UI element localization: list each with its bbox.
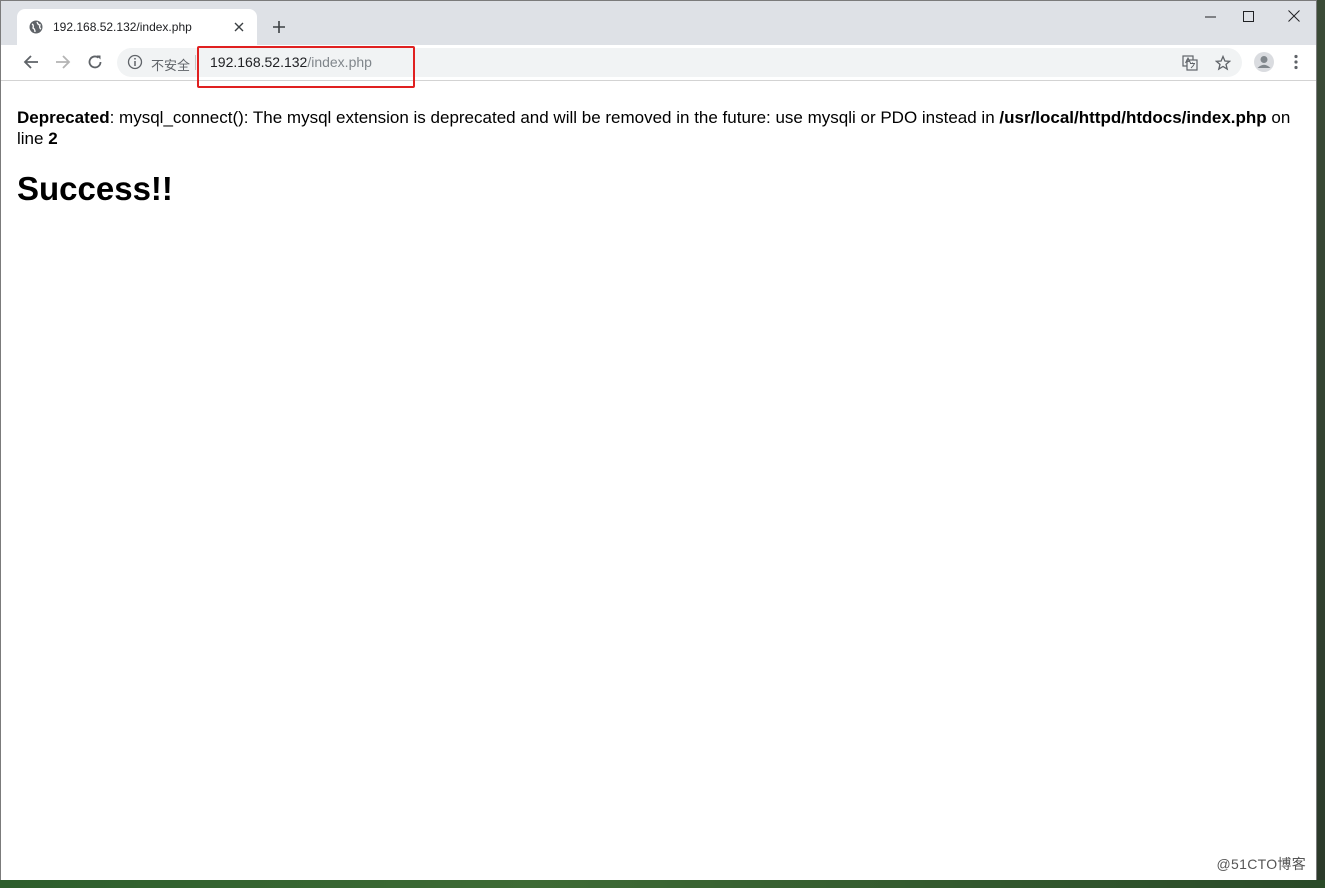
avatar-icon[interactable] — [1252, 50, 1276, 74]
warning-label: Deprecated — [17, 108, 110, 127]
tab-title: 192.168.52.132/index.php — [53, 20, 192, 34]
page-heading: Success!! — [17, 170, 173, 207]
window-close-icon[interactable] — [1271, 1, 1316, 31]
browser-window: 192.168.52.132/index.php 不安全 192.168.52.… — [0, 0, 1317, 880]
url-highlight-box — [197, 46, 415, 88]
info-icon[interactable] — [127, 54, 143, 70]
reload-icon[interactable] — [83, 50, 107, 74]
page-content: Deprecated: mysql_connect(): The mysql e… — [17, 107, 1302, 209]
desktop-edge-bottom — [0, 880, 1325, 888]
desktop-edge-right — [1317, 0, 1325, 888]
back-icon[interactable] — [19, 50, 43, 74]
maximize-icon[interactable] — [1225, 1, 1271, 31]
tab-strip: 192.168.52.132/index.php — [1, 1, 1316, 45]
more-vert-icon[interactable] — [1284, 50, 1308, 74]
star-icon[interactable] — [1214, 54, 1232, 72]
tab-active[interactable]: 192.168.52.132/index.php — [17, 9, 257, 45]
security-label[interactable]: 不安全 — [151, 55, 190, 74]
warning-file: /usr/local/httpd/htdocs/index.php — [999, 108, 1267, 127]
translate-icon[interactable] — [1181, 54, 1199, 72]
close-icon[interactable] — [231, 19, 247, 35]
warning-line-number: 2 — [48, 129, 58, 148]
deprecation-warning: Deprecated: mysql_connect(): The mysql e… — [17, 107, 1302, 149]
watermark: @51CTO博客 — [1216, 856, 1306, 872]
new-tab-button[interactable] — [269, 17, 289, 37]
forward-icon[interactable] — [51, 50, 75, 74]
globe-icon — [29, 20, 43, 34]
separator — [195, 55, 196, 70]
warning-message: : mysql_connect(): The mysql extension i… — [109, 108, 1000, 127]
